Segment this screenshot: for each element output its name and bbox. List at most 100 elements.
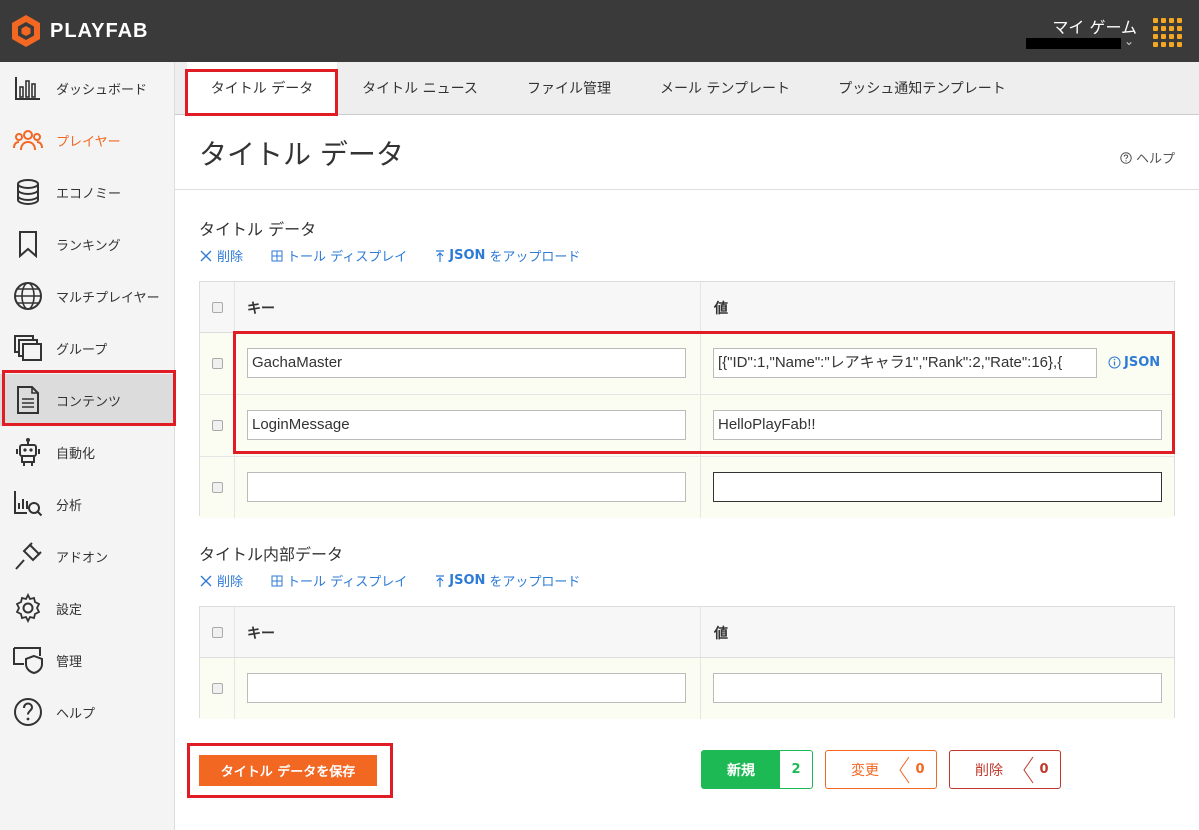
- key-input[interactable]: [247, 472, 686, 502]
- changed-label: 変更: [851, 762, 879, 779]
- new-count-badge[interactable]: 新規 2: [701, 750, 813, 789]
- row-checkbox[interactable]: [211, 420, 223, 431]
- players-icon: [12, 124, 44, 156]
- select-all-checkbox[interactable]: [211, 626, 223, 638]
- divider: [175, 189, 1199, 190]
- tab-title-data[interactable]: タイトル データ: [187, 62, 337, 114]
- robot-icon: [12, 436, 44, 468]
- deleted-label: 削除: [975, 762, 1003, 779]
- upload-suffix-label: をアップロード: [489, 575, 581, 590]
- sidebar-item-label: 管理: [56, 654, 83, 670]
- sidebar-item-label: ダッシュボード: [56, 82, 148, 98]
- value-input[interactable]: [713, 472, 1162, 502]
- upload-json-button[interactable]: JSON をアップロード: [435, 571, 580, 590]
- table-row: [200, 457, 1174, 518]
- sidebar-item-admin[interactable]: 管理: [0, 634, 174, 686]
- plug-icon: [12, 540, 44, 572]
- grid-icon: [271, 250, 283, 261]
- sidebar-item-addons[interactable]: アドオン: [0, 530, 174, 582]
- toggle-display-button[interactable]: トール ディスプレイ: [271, 246, 407, 265]
- analytics-icon: [12, 488, 44, 520]
- value-input[interactable]: [{"ID":1,"Name":"レアキャラ1","Rank":2,"Rate"…: [713, 348, 1097, 378]
- bookmark-icon: [12, 228, 44, 260]
- new-label: 新規: [702, 751, 780, 788]
- toggle-display-label: トール ディスプレイ: [287, 575, 408, 590]
- row-checkbox[interactable]: [211, 358, 223, 369]
- json-editor-link[interactable]: JSON: [1108, 355, 1160, 370]
- app-name: PLAYFAB: [50, 19, 149, 42]
- table-header: キー 値: [200, 607, 1174, 658]
- sidebar-item-settings[interactable]: 設定: [0, 582, 174, 634]
- sidebar-item-groups[interactable]: グループ: [0, 322, 174, 374]
- tab-file-management[interactable]: ファイル管理: [505, 62, 633, 114]
- sidebar-item-label: プレイヤー: [56, 134, 121, 150]
- sidebar-item-analytics[interactable]: 分析: [0, 478, 174, 530]
- delete-button[interactable]: 削除: [199, 246, 243, 265]
- tab-title-news[interactable]: タイトル ニュース: [345, 62, 495, 114]
- tab-push-templates[interactable]: プッシュ通知テンプレート: [823, 62, 1021, 114]
- gear-icon: [12, 592, 44, 624]
- sidebar-item-label: ヘルプ: [56, 706, 96, 722]
- sidebar-item-ranking[interactable]: ランキング: [0, 218, 174, 270]
- internal-data-table: キー 値: [199, 606, 1175, 719]
- playfab-logo[interactable]: PLAYFAB: [10, 14, 149, 48]
- top-bar: PLAYFAB マイ ゲーム ⌄: [0, 0, 1199, 62]
- section-title-internal-data: タイトル内部データ: [199, 545, 344, 564]
- sidebar-item-content[interactable]: コンテンツ: [0, 374, 174, 426]
- table-row: LoginMessage HelloPlayFab!!: [200, 395, 1174, 457]
- delete-button[interactable]: 削除: [199, 571, 243, 590]
- upload-icon: [436, 574, 445, 587]
- tab-bar: タイトル データ タイトル ニュース ファイル管理 メール テンプレート プッシ…: [175, 62, 1199, 115]
- changed-count-badge[interactable]: 変更 0: [825, 750, 937, 789]
- value-column-header: 値: [714, 301, 728, 317]
- grid-icon: [271, 575, 283, 586]
- sidebar-item-label: マルチプレイヤー: [56, 290, 160, 306]
- sidebar-item-economy[interactable]: エコノミー: [0, 166, 174, 218]
- playfab-logo-icon: [12, 15, 40, 47]
- key-input[interactable]: LoginMessage: [247, 410, 686, 440]
- page-title: タイトル データ: [199, 138, 404, 171]
- upload-suffix-label: をアップロード: [489, 250, 581, 265]
- key-input[interactable]: GachaMaster: [247, 348, 686, 378]
- sidebar: ダッシュボード プレイヤー エコノミー ランキング マルチプレイヤー グループ: [0, 62, 175, 830]
- sidebar-item-label: グループ: [56, 342, 108, 358]
- key-column-header: キー: [247, 626, 275, 642]
- json-link-label: JSON: [1124, 355, 1161, 370]
- key-input[interactable]: [247, 673, 686, 703]
- chevron-left-icon: [899, 756, 910, 784]
- row-checkbox[interactable]: [211, 683, 223, 694]
- coins-icon: [12, 176, 44, 208]
- row-checkbox[interactable]: [211, 482, 223, 493]
- sidebar-item-help[interactable]: ヘルプ: [0, 686, 174, 738]
- sidebar-item-dashboard[interactable]: ダッシュボード: [0, 62, 174, 114]
- delete-label: 削除: [217, 575, 244, 590]
- help-link[interactable]: ヘルプ: [1120, 148, 1175, 167]
- sidebar-item-multiplayer[interactable]: マルチプレイヤー: [0, 270, 174, 322]
- select-all-checkbox[interactable]: [211, 301, 223, 313]
- tab-email-templates[interactable]: メール テンプレート: [645, 62, 805, 114]
- value-input[interactable]: [713, 673, 1162, 703]
- deleted-count-badge[interactable]: 削除 0: [949, 750, 1061, 789]
- upload-json-button[interactable]: JSON をアップロード: [435, 246, 580, 265]
- toggle-display-button[interactable]: トール ディスプレイ: [271, 571, 407, 590]
- value-input[interactable]: HelloPlayFab!!: [713, 410, 1162, 440]
- title-data-actions: 削除 トール ディスプレイ JSON をアップロード: [199, 246, 580, 265]
- sidebar-item-label: ランキング: [56, 238, 121, 254]
- question-icon: [1120, 151, 1132, 164]
- chevron-down-icon[interactable]: ⌄: [1124, 34, 1134, 48]
- toggle-display-label: トール ディスプレイ: [287, 250, 408, 265]
- value-column-header: 値: [714, 626, 728, 642]
- upload-json-label: JSON: [449, 248, 486, 263]
- upload-icon: [436, 249, 445, 262]
- chevron-left-icon: [1023, 756, 1034, 784]
- app-launcher-icon[interactable]: [1153, 18, 1182, 47]
- help-link-label: ヘルプ: [1135, 152, 1175, 167]
- new-count: 2: [791, 762, 801, 777]
- table-row: [200, 658, 1174, 719]
- save-title-data-button[interactable]: タイトル データを保存: [199, 755, 377, 786]
- layers-icon: [12, 332, 44, 364]
- info-icon: [1108, 356, 1121, 369]
- sidebar-item-automation[interactable]: 自動化: [0, 426, 174, 478]
- sidebar-item-players[interactable]: プレイヤー: [0, 114, 174, 166]
- document-icon: [12, 384, 44, 416]
